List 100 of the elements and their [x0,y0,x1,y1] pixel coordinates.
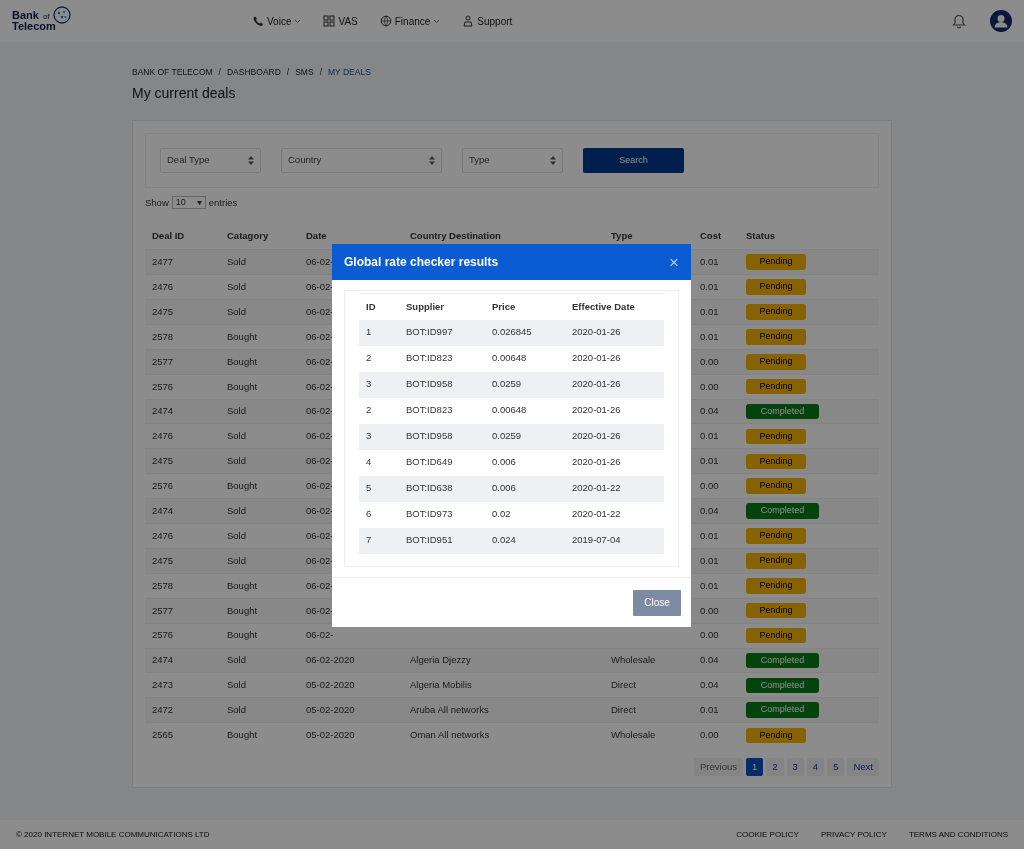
entries-select[interactable]: 10 [171,196,206,210]
table-cell: 0.01 [700,554,719,566]
breadcrumb-link[interactable]: BANK OF TELECOM [132,66,213,79]
status-badge: Pending [746,578,806,594]
column-header: Date [299,223,403,250]
table-cell: 0.02 [492,508,511,520]
table-cell: Sold [227,280,246,292]
sort-arrows-icon [248,155,254,165]
select-field[interactable]: Country [281,147,442,173]
table-cell: 0.01 [700,430,719,442]
table-cell: 0.01 [700,280,719,292]
table-cell: Bought [227,629,258,641]
close-button[interactable]: Close [633,589,681,616]
table-cell: Sold [227,305,246,317]
table-cell: BOT:ID823 [406,404,453,416]
user-avatar-icon[interactable] [990,10,1012,32]
table-cell: 05-02-2020 [306,679,355,691]
table-cell: 2475 [152,554,174,566]
table-cell: 2578 [152,330,174,342]
page-button[interactable]: 4 [806,757,825,776]
table-cell: 2020-01-26 [572,430,621,442]
table-cell: 0.01 [700,455,719,467]
status-badge: Pending [746,354,806,370]
table-cell: 0.024 [492,534,516,546]
breadcrumb-link[interactable]: MY DEALS [328,66,371,79]
phone-icon [252,15,264,27]
table-cell: 2019-07-04 [572,534,621,546]
table-cell: 2020-01-26 [572,404,621,416]
caret-down-icon [196,200,202,205]
table-cell: 06-02- [306,455,334,467]
show-label: Show [145,195,169,210]
table-cell: 06-02- [306,579,334,591]
table-cell: 0.01 [700,579,719,591]
table-cell: 06-02- [306,330,334,342]
table-cell: BOT:ID638 [406,482,453,494]
table-cell: 2475 [152,305,174,317]
table-cell: 0.00648 [492,352,527,364]
table-cell: BOT:ID958 [406,378,453,390]
table-cell: 06-02- [306,504,334,516]
table-cell: 05-02-2020 [306,729,355,741]
table-cell: 2472 [152,704,174,716]
table-cell: 0.00 [700,604,719,616]
table-cell: Sold [227,430,246,442]
nav-link[interactable]: Support [462,13,513,29]
page-button[interactable]: 3 [786,757,804,776]
table-cell: 06-02- [306,355,334,367]
footer-link[interactable]: TERMS AND CONDITIONS [908,828,1008,841]
table-cell: 2576 [152,380,174,392]
table-cell: 0.00 [700,355,719,367]
nav-link[interactable]: Voice [252,13,302,29]
table-cell: Bought [227,604,258,616]
status-badge: Completed [746,652,819,669]
table-cell: 06-02- [306,280,334,292]
table-cell: Bought [227,480,258,492]
page-button[interactable]: 2 [766,757,784,776]
table-cell: 0.006 [492,482,516,494]
status-badge: Pending [746,378,806,395]
table-cell: BOT:ID951 [406,534,453,546]
status-badge: Pending [746,627,806,644]
footer-link[interactable]: COOKIE POLICY [736,828,799,841]
table-cell: Sold [227,554,246,566]
table-cell: Sold [227,704,246,716]
table-cell: 0.00 [700,480,719,492]
page-button[interactable]: 5 [827,757,845,776]
select-field[interactable]: Type [462,147,563,173]
table-cell: Wholesale [611,654,656,666]
footer-link[interactable]: PRIVACY POLICY [820,828,887,841]
page-button[interactable]: 1 [745,757,764,776]
status-badge: Pending [746,254,806,270]
table-cell: 2576 [152,480,174,492]
table-cell: 2020-01-26 [572,456,621,468]
table-cell: 2565 [152,729,174,741]
table-cell: 06-02- [306,629,334,641]
table-cell: Bought [227,355,258,367]
table-cell: BOT:ID997 [406,326,453,338]
select-field[interactable]: Deal Type [160,147,261,173]
caret-icon [294,18,302,24]
status-badge: Pending [746,304,806,320]
notification-bell-icon[interactable] [952,13,966,29]
sort-arrows-icon [550,155,556,165]
table-cell: 0.01 [700,704,719,716]
close-button[interactable]: × [669,253,679,271]
nav-link[interactable]: VAS [323,13,358,29]
breadcrumb-link[interactable]: SMS [295,66,314,79]
table-cell: Sold [227,405,246,417]
table-cell: Sold [227,504,246,516]
table-cell: 2476 [152,529,174,541]
nav-link[interactable]: Finance [379,13,441,29]
support-icon [462,15,475,27]
search-button[interactable]: Search [583,147,684,173]
page-button[interactable]: Next [847,757,879,776]
dialog-title: Global rate checker results [344,254,499,271]
status-badge: Pending [746,727,806,744]
table-cell: Sold [227,455,246,467]
table-cell: Bought [227,729,258,741]
table-cell: 3 [366,430,372,442]
breadcrumb-link[interactable]: DASHBOARD [227,66,281,79]
table-cell: Wholesale [611,729,656,741]
status-badge: Pending [746,329,806,345]
brand-text: Telecom [12,21,56,32]
